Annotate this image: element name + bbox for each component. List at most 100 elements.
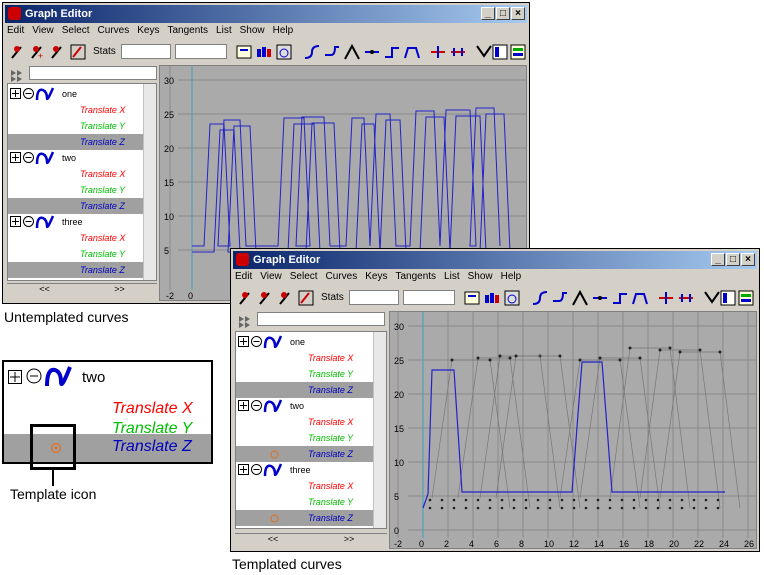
menu-list[interactable]: List	[216, 25, 232, 41]
template-icon[interactable]	[270, 514, 279, 523]
outliner-object-one[interactable]: one	[236, 334, 386, 350]
filter-arrows-icon[interactable]	[9, 67, 29, 83]
dope-sheet-icon[interactable]	[719, 289, 737, 307]
lattice-deform-tool-icon[interactable]	[297, 289, 315, 307]
spline-tangent-icon[interactable]	[531, 289, 549, 307]
menu-view[interactable]: View	[260, 271, 282, 287]
menu-curves[interactable]: Curves	[326, 271, 358, 287]
outliner-channel-translate-x[interactable]: Translate X	[236, 414, 386, 430]
outliner-filter-field[interactable]	[257, 312, 385, 326]
outliner-channel-translate-y[interactable]: Translate Y	[236, 494, 386, 510]
insert-key-tool-icon[interactable]	[257, 289, 275, 307]
dope-sheet-icon[interactable]	[491, 43, 509, 61]
graph-view-templated[interactable]: 30 25 20 15 10 5 0 -2 0 2 4 6 8 10 12 14 16 18 20 22 24 26	[389, 311, 757, 549]
collapse-circle-icon[interactable]	[23, 152, 34, 163]
break-tangents-icon[interactable]	[657, 289, 675, 307]
outliner-channel-translate-z[interactable]: Translate Z	[8, 262, 156, 278]
clamped-tangent-icon[interactable]	[551, 289, 569, 307]
outliner-channel-translate-x[interactable]: Translate X	[8, 230, 156, 246]
outliner-channel-translate-y[interactable]: Translate Y	[8, 118, 156, 134]
outliner-channel-translate-y[interactable]: Translate Y	[236, 366, 386, 382]
step-tangent-icon[interactable]	[383, 43, 401, 61]
menu-select[interactable]: Select	[62, 25, 90, 41]
trax-editor-icon[interactable]	[509, 43, 527, 61]
nav-left-button[interactable]: <<	[39, 284, 50, 298]
collapse-circle-icon[interactable]	[251, 400, 262, 411]
clamped-tangent-icon[interactable]	[323, 43, 341, 61]
stats-field-time[interactable]	[121, 44, 171, 59]
add-key-tool-icon[interactable]	[277, 289, 295, 307]
break-tangents-icon[interactable]	[429, 43, 447, 61]
expand-icon[interactable]	[10, 88, 21, 99]
expand-icon[interactable]	[238, 464, 249, 475]
outliner-object-one[interactable]: one	[8, 86, 156, 102]
outliner-object-three[interactable]: three	[236, 462, 386, 478]
outliner-filter-field[interactable]	[29, 66, 157, 80]
menu-keys[interactable]: Keys	[137, 25, 159, 41]
outliner-channel-translate-x[interactable]: Translate X	[236, 478, 386, 494]
lattice-deform-tool-icon[interactable]	[69, 43, 87, 61]
menu-select[interactable]: Select	[290, 271, 318, 287]
stats-field-value[interactable]	[403, 290, 455, 305]
linear-tangent-icon[interactable]	[343, 43, 361, 61]
outliner-channel-translate-y[interactable]: Translate Y	[8, 182, 156, 198]
menu-edit[interactable]: Edit	[7, 25, 24, 41]
center-current-time-icon[interactable]	[503, 289, 521, 307]
outliner-object-three[interactable]: three	[8, 214, 156, 230]
outliner-channel-translate-y[interactable]: Translate Y	[8, 246, 156, 262]
outliner-scrollbar[interactable]	[143, 84, 156, 280]
outliner-object-two[interactable]: two	[8, 150, 156, 166]
outliner-channel-translate-z[interactable]: Translate Z	[236, 382, 386, 398]
nav-right-button[interactable]: >>	[114, 284, 125, 298]
plateau-tangent-icon[interactable]	[631, 289, 649, 307]
outliner-channel-translate-z[interactable]: Translate Z	[8, 198, 156, 214]
expand-icon[interactable]	[10, 152, 21, 163]
minimize-button[interactable]: _	[711, 253, 725, 266]
move-key-tool-icon[interactable]	[237, 289, 255, 307]
flat-tangent-icon[interactable]	[363, 43, 381, 61]
expand-icon[interactable]	[10, 216, 21, 227]
nav-left-button[interactable]: <<	[268, 534, 279, 548]
menu-tangents[interactable]: Tangents	[167, 25, 208, 41]
maximize-button[interactable]: □	[726, 253, 740, 266]
outliner-scrollbar[interactable]	[373, 332, 386, 528]
outliner-channel-translate-y[interactable]: Translate Y	[236, 430, 386, 446]
move-key-tool-icon[interactable]	[9, 43, 27, 61]
menu-show[interactable]: Show	[240, 25, 265, 41]
unify-tangents-icon[interactable]	[677, 289, 695, 307]
template-icon[interactable]	[270, 450, 279, 459]
outliner-object-two[interactable]: two	[236, 398, 386, 414]
frame-all-icon[interactable]	[235, 43, 253, 61]
minimize-button[interactable]: _	[481, 7, 495, 20]
outliner-channel-translate-x[interactable]: Translate X	[236, 350, 386, 366]
menu-help[interactable]: Help	[501, 271, 522, 287]
outliner-channel-translate-z[interactable]: Translate Z	[8, 134, 156, 150]
frame-playback-icon[interactable]	[483, 289, 501, 307]
expand-icon[interactable]	[238, 336, 249, 347]
outliner-channel-translate-x[interactable]: Translate X	[8, 102, 156, 118]
unify-tangents-icon[interactable]	[449, 43, 467, 61]
step-tangent-icon[interactable]	[611, 289, 629, 307]
menu-tangents[interactable]: Tangents	[395, 271, 436, 287]
trax-editor-icon[interactable]	[737, 289, 755, 307]
nav-right-button[interactable]: >>	[344, 534, 355, 548]
stats-field-time[interactable]	[349, 290, 399, 305]
outliner-channel-translate-x[interactable]: Translate X	[8, 166, 156, 182]
outliner-channel-translate-z[interactable]: Translate Z	[236, 510, 386, 526]
plateau-tangent-icon[interactable]	[403, 43, 421, 61]
frame-playback-icon[interactable]	[255, 43, 273, 61]
menu-list[interactable]: List	[444, 271, 460, 287]
add-key-tool-icon[interactable]	[49, 43, 67, 61]
collapse-circle-icon[interactable]	[251, 336, 262, 347]
collapse-circle-icon[interactable]	[23, 88, 34, 99]
menu-help[interactable]: Help	[273, 25, 294, 41]
close-button[interactable]: ×	[511, 7, 525, 20]
linear-tangent-icon[interactable]	[571, 289, 589, 307]
menu-edit[interactable]: Edit	[235, 271, 252, 287]
flat-tangent-icon[interactable]	[591, 289, 609, 307]
outliner-channel-translate-z[interactable]: Translate Z	[236, 446, 386, 462]
close-button[interactable]: ×	[741, 253, 755, 266]
maximize-button[interactable]: □	[496, 7, 510, 20]
collapse-circle-icon[interactable]	[251, 464, 262, 475]
menu-show[interactable]: Show	[468, 271, 493, 287]
